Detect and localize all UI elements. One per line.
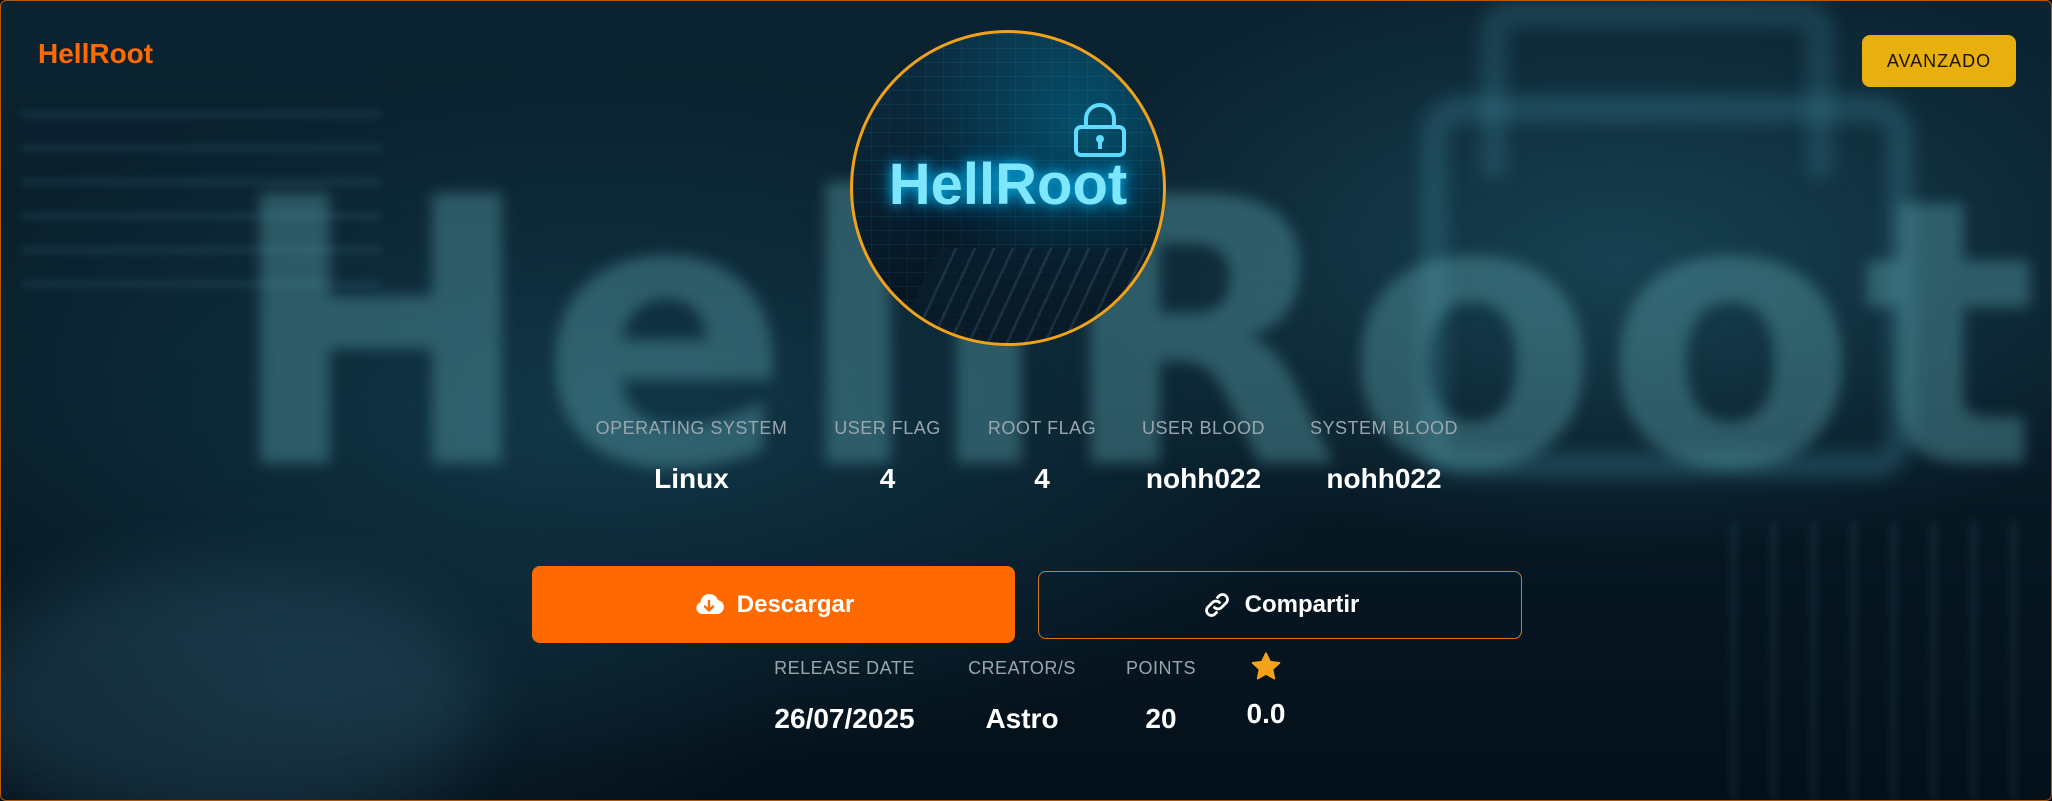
share-button-label: Compartir xyxy=(1244,591,1360,618)
meta-release-date: RELEASE DATE 26/07/2025 xyxy=(754,658,935,735)
rating-value: 0.0 xyxy=(1246,698,1286,729)
meta-value: Astro xyxy=(985,703,1059,734)
machine-card: HellRoot HellRoot AVANZADO HellRoot OPER… xyxy=(0,0,2052,801)
stat-value: nohh022 xyxy=(1145,463,1262,494)
share-button[interactable]: Compartir xyxy=(1038,571,1522,639)
avatar-title: HellRoot xyxy=(888,152,1128,217)
cloud-download-icon xyxy=(693,589,725,621)
stat-operating-system: OPERATING SYSTEM Linux xyxy=(594,418,789,495)
download-button[interactable]: Descargar xyxy=(532,566,1015,643)
download-button-label: Descargar xyxy=(736,590,855,618)
stat-value: 4 xyxy=(879,463,896,494)
stat-user-blood: USER BLOOD nohh022 xyxy=(1140,418,1267,495)
meta-points: POINTS 20 xyxy=(1115,658,1207,735)
background-circuit xyxy=(1731,521,2051,800)
stat-value: Linux xyxy=(654,463,729,494)
meta-value: 20 xyxy=(1145,703,1177,734)
meta-rating: 0.0 xyxy=(1227,650,1305,730)
star-icon xyxy=(1251,652,1281,680)
difficulty-badge: AVANZADO xyxy=(1862,35,2016,87)
stat-label: ROOT FLAG xyxy=(987,418,1097,438)
stat-value: 4 xyxy=(1034,463,1050,494)
stat-user-flag: USER FLAG 4 xyxy=(831,418,944,495)
meta-creators: CREATOR/S Astro xyxy=(957,658,1087,735)
padlock-icon xyxy=(1074,103,1126,157)
meta-label: CREATOR/S xyxy=(968,658,1076,678)
meta-label: RELEASE DATE xyxy=(774,658,915,678)
background-hand-shape xyxy=(1,571,481,800)
stat-label: USER FLAG xyxy=(834,418,941,438)
stat-label: OPERATING SYSTEM xyxy=(595,418,788,438)
meta-label: POINTS xyxy=(1125,658,1196,678)
stat-root-flag: ROOT FLAG 4 xyxy=(986,418,1098,495)
stat-label: USER BLOOD xyxy=(1141,418,1266,438)
machine-avatar: HellRoot xyxy=(850,30,1166,346)
stat-system-blood: SYSTEM BLOOD nohh022 xyxy=(1308,418,1460,495)
link-icon xyxy=(1201,589,1233,621)
meta-value: 26/07/2025 xyxy=(774,703,915,734)
stat-value: nohh022 xyxy=(1326,463,1442,494)
stat-label: SYSTEM BLOOD xyxy=(1309,418,1459,438)
brand-title: HellRoot xyxy=(38,38,154,69)
